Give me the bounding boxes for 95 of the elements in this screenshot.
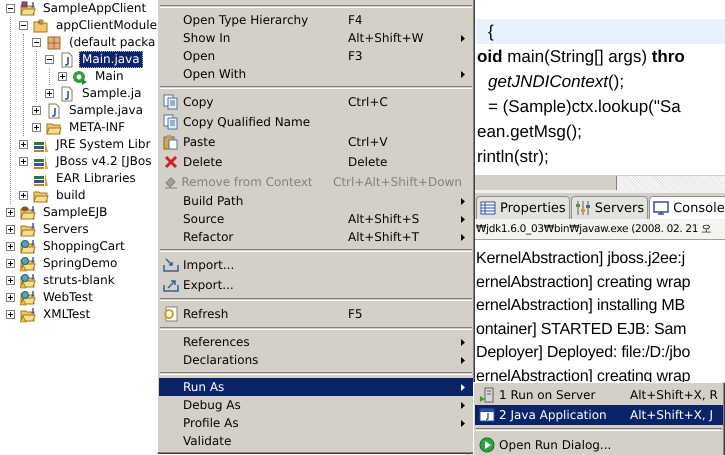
submenu-arrow-icon: [461, 34, 465, 42]
expand-icon[interactable]: [6, 310, 15, 319]
expand-icon[interactable]: [6, 208, 15, 217]
expand-icon[interactable]: [45, 89, 54, 98]
paste-icon: [163, 134, 179, 150]
delete-icon: [163, 154, 179, 170]
collapse-icon[interactable]: [45, 55, 54, 64]
tree-item[interactable]: META-INF: [66, 119, 128, 136]
expand-icon[interactable]: [6, 293, 15, 302]
table-icon: [480, 200, 496, 216]
menu-item[interactable]: Source Alt+Shift+S: [159, 210, 473, 228]
menu-item[interactable]: 1 Run on Server Alt+Shift+X, R: [475, 385, 723, 405]
refresh-icon: [163, 306, 179, 322]
code-line: oid main(String[] args) thro: [476, 46, 686, 68]
menu-item[interactable]: Open Run Dialog...: [475, 434, 723, 455]
menu-item[interactable]: Debug As: [159, 396, 473, 414]
submenu-arrow-icon: [461, 402, 465, 408]
tree-item[interactable]: JBoss v4.2 [JBos: [53, 153, 154, 170]
tree-item[interactable]: Servers: [40, 221, 92, 238]
submenu-arrow-icon: [461, 356, 465, 364]
menu-item[interactable]: Show In Alt+Shift+W: [159, 29, 473, 47]
tree-item[interactable]: SampleAppClient: [40, 0, 150, 17]
tree-item[interactable]: Sample.ja: [79, 85, 144, 102]
console-line: ernelAbstraction] installing MB: [476, 296, 686, 316]
menu-item[interactable]: Refresh F5: [159, 304, 473, 324]
tree-item[interactable]: JRE System Libr: [53, 136, 154, 153]
code-line: ean.getMsg();: [476, 121, 583, 143]
tree-item[interactable]: SampleEJB: [40, 204, 110, 221]
monitor-icon: [653, 200, 670, 216]
menu-item[interactable]: 2 Java Application Alt+Shift+X, J: [475, 405, 723, 425]
menu-item[interactable]: References: [159, 333, 473, 351]
tree-item[interactable]: build: [53, 187, 89, 204]
copyname-icon: [163, 114, 179, 130]
collapse-icon[interactable]: [32, 38, 41, 47]
code-line: getJNDIContext();: [487, 71, 626, 93]
expand-icon[interactable]: [58, 72, 67, 81]
menu-item[interactable]: Export...: [159, 275, 473, 295]
menu-item[interactable]: Copy Ctrl+C: [159, 92, 473, 112]
tree-item[interactable]: XMLTest: [40, 306, 94, 323]
console-line: ernelAbstraction] creating wrap: [476, 366, 692, 386]
submenu-arrow-icon: [461, 420, 465, 426]
menu-item[interactable]: Declarations: [159, 351, 473, 369]
expand-icon[interactable]: [32, 106, 41, 115]
tree-item[interactable]: EAR Libraries: [53, 170, 139, 187]
expand-icon[interactable]: [6, 242, 15, 251]
expand-icon[interactable]: [6, 259, 15, 268]
menu-item[interactable]: Delete Delete: [159, 152, 473, 172]
expand-icon[interactable]: [32, 123, 41, 132]
console-line: ontainer] STARTED EJB: Sam: [476, 320, 688, 340]
menu-item[interactable]: Refactor Alt+Shift+T: [159, 228, 473, 246]
submenu-arrow-icon: [461, 384, 465, 390]
copy-icon: [163, 94, 179, 110]
view-tab[interactable]: Servers: [570, 196, 648, 219]
submenu-arrow-icon: [461, 198, 465, 204]
tree-item[interactable]: ShoppingCart: [40, 238, 128, 255]
tree-item[interactable]: appClientModule: [53, 17, 160, 34]
menu-item[interactable]: Profile As: [159, 414, 473, 432]
tree-item[interactable]: WebTest: [40, 289, 96, 306]
expand-icon[interactable]: [19, 157, 28, 166]
tree-item[interactable]: Sample.java: [66, 102, 146, 119]
expand-icon[interactable]: [6, 225, 15, 234]
expand-icon[interactable]: [19, 191, 28, 200]
menu-item[interactable]: Copy Qualified Name: [159, 112, 473, 132]
tree-item[interactable]: SpringDemo: [40, 255, 120, 272]
server-icon: [479, 387, 495, 403]
servers-icon: [574, 200, 591, 216]
import-icon: [163, 257, 179, 273]
javaapp-icon: [479, 407, 495, 423]
code-line: = (Sample)ctx.lookup("Sa: [487, 96, 682, 118]
collapse-icon[interactable]: [6, 4, 15, 13]
submenu-arrow-icon: [461, 70, 465, 78]
submenu-arrow-icon: [461, 338, 465, 346]
console-line: KernelAbstraction] jboss.j2ee:j: [476, 249, 686, 269]
menu-item[interactable]: Open F3: [159, 47, 473, 65]
view-tab[interactable]: Console: [649, 196, 725, 219]
collapse-icon[interactable]: [19, 21, 28, 30]
console-line: ernelAbstraction] creating wrap: [476, 272, 692, 292]
menu-item[interactable]: Open With: [159, 65, 473, 83]
console-line: Deployer] Deployed: file:/D:/jbo: [476, 343, 692, 363]
menu-item[interactable]: Build Path: [159, 192, 473, 210]
submenu-arrow-icon: [461, 234, 465, 240]
menu-item[interactable]: Paste Ctrl+V: [159, 132, 473, 152]
tree-item[interactable]: Main: [92, 68, 127, 85]
expand-icon[interactable]: [19, 140, 28, 149]
tree-item[interactable]: Main.java: [79, 51, 143, 68]
tree-item[interactable]: struts-blank: [40, 272, 118, 289]
tree-item[interactable]: (default packa: [66, 34, 158, 51]
expand-icon[interactable]: [6, 276, 15, 285]
view-tab[interactable]: Properties: [476, 196, 570, 219]
code-line: rintln(str);: [476, 146, 550, 168]
menu-item[interactable]: Open Type Hierarchy F4: [159, 11, 473, 29]
menu-item[interactable]: Run As: [159, 378, 473, 396]
menu-item[interactable]: Validate: [159, 432, 473, 450]
menu-item[interactable]: Import...: [159, 255, 473, 275]
submenu-arrow-icon: [461, 216, 465, 222]
